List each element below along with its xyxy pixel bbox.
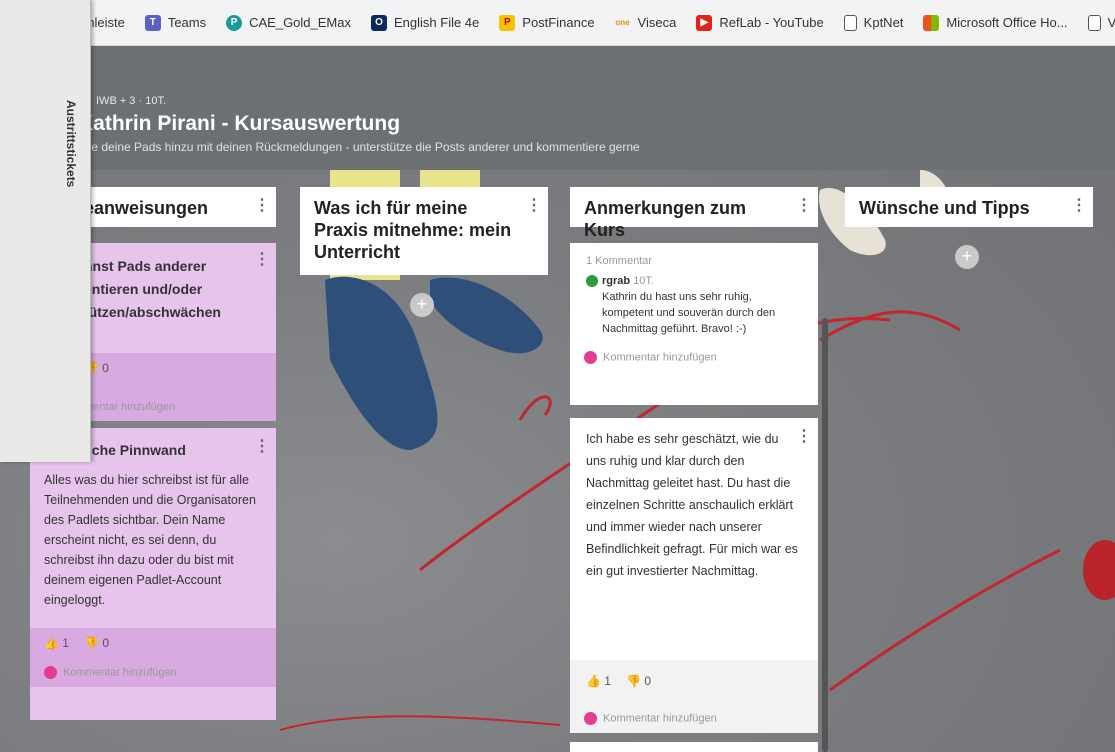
more-options-icon[interactable]: ⋮ [796, 195, 812, 217]
more-options-icon[interactable]: ⋮ [254, 195, 270, 217]
page-icon [843, 14, 857, 31]
post-card[interactable]: 1 Kommentar rgrab 10T. Kathrin du hast u… [570, 243, 818, 405]
column-title: eanweisungen [84, 198, 209, 218]
page-icon [1087, 14, 1101, 31]
bookmark-microsoft-office[interactable]: Microsoft Office Ho... [923, 14, 1068, 31]
bookmark-label: CAE_Gold_EMax [249, 15, 351, 30]
bookmark-label: Viseca [637, 15, 677, 30]
reaction-bar: 👍 1 👎 0 [570, 660, 818, 702]
add-comment-label: Kommentar hinzufügen [603, 351, 717, 364]
avatar [584, 712, 597, 725]
bookmark-label: English File 4e [394, 15, 480, 30]
comment-count: 1 Kommentar [586, 255, 653, 267]
column-header-anmerkungen: Anmerkungen zum Kurs ⋮ [570, 187, 818, 240]
postfinance-icon: P [499, 14, 516, 31]
comment-time: 10T. [633, 275, 654, 287]
bookmark-ve[interactable]: Ve [1087, 14, 1115, 31]
reaction-bar: 👍 1 👎 0 [30, 628, 276, 658]
add-post-button[interactable]: + [955, 245, 979, 269]
like-count: 1 [62, 636, 69, 650]
post-card[interactable]: liche Pinnwand ⋮ Alles was du hier schre… [30, 428, 276, 720]
add-comment-label: Kommentar hinzufügen [603, 712, 717, 725]
add-comment-button[interactable]: mentar hinzufügen [70, 399, 276, 421]
dislike-button[interactable]: 👎 0 [626, 674, 651, 688]
column-scrollbar[interactable] [822, 318, 828, 752]
pinterest-icon: P [226, 14, 243, 31]
more-options-icon[interactable]: ⋮ [1071, 195, 1087, 217]
bookmark-label: Microsoft Office Ho... [946, 15, 1068, 30]
oxford-icon: O [371, 14, 387, 31]
like-count: 1 [604, 674, 611, 688]
post-card[interactable] [570, 742, 818, 752]
dislike-count: 0 [644, 674, 651, 688]
reaction-bar: 👎 0 [70, 353, 276, 399]
viseca-icon: one [614, 14, 631, 31]
column-header-anweisungen: eanweisungen ⋮ [70, 187, 276, 227]
add-comment-label: mentar hinzufügen [84, 401, 176, 413]
bookmark-label: Teams [167, 15, 207, 30]
add-comment-button[interactable]: Kommentar hinzufügen [570, 337, 818, 372]
comment-author: rgrab [602, 275, 631, 287]
avatar [44, 666, 57, 679]
more-options-icon[interactable]: ⋮ [254, 249, 270, 269]
bookmark-english-file[interactable]: O English File 4e [371, 14, 480, 31]
more-options-icon[interactable]: ⋮ [796, 426, 812, 446]
like-button[interactable]: 👍 1 [44, 636, 69, 650]
page-subtitle: üge deine Pads hinzu mit deinen Rückmeld… [78, 140, 640, 154]
add-comment-label: Kommentar hinzufügen [63, 666, 177, 679]
comment: rgrab 10T. Kathrin du hast uns sehr ruhi… [570, 269, 818, 337]
bookmarks-bar: enleiste T Teams P CAE_Gold_EMax O English … [0, 0, 1115, 46]
microsoft-icon [923, 14, 940, 31]
post-card[interactable]: ⋮ Ich habe es sehr geschätzt, wie du uns… [570, 418, 818, 733]
bookmark-label: KptNet [863, 15, 904, 30]
add-post-button[interactable]: + [410, 293, 434, 317]
bookmark-teams[interactable]: T Teams [144, 14, 207, 31]
paper-label: Austrittstickets [64, 100, 78, 188]
column-header-praxis: Was ich für meine Praxis mitnehme: mein … [300, 187, 548, 275]
avatar [584, 351, 597, 364]
dislike-button[interactable]: 👎 0 [84, 636, 109, 650]
paper-overlay: Austrittstickets [0, 0, 91, 462]
post-text: Ich habe es sehr geschätzt, wie du uns r… [586, 432, 798, 578]
comment-text: Kathrin du hast uns sehr ruhig, kompeten… [602, 291, 776, 335]
post-text: Alles was du hier schreibst ist für alle… [44, 473, 256, 607]
bookmark-label: RefLab - YouTube [719, 15, 824, 30]
column-header-wuensche: Wünsche und Tipps ⋮ [845, 187, 1093, 227]
page-title: Kathrin Pirani - Kursauswertung [78, 112, 401, 135]
add-comment-button[interactable]: Kommentar hinzufügen [30, 658, 276, 687]
dislike-count: 0 [102, 361, 109, 375]
more-options-icon[interactable]: ⋮ [254, 436, 270, 456]
bookmark-label: PostFinance [522, 15, 595, 30]
more-options-icon[interactable]: ⋮ [526, 195, 542, 217]
padlet-meta: IWB + 3 · 10T. [78, 95, 166, 107]
column-title: Was ich für meine Praxis mitnehme: mein … [314, 198, 512, 262]
youtube-icon: ▶ [696, 14, 713, 31]
like-button[interactable]: 👍 1 [586, 674, 611, 688]
bookmark-postfinance[interactable]: P PostFinance [499, 14, 595, 31]
bookmark-label: Ve [1107, 15, 1115, 30]
dislike-count: 0 [102, 636, 109, 650]
add-comment-button[interactable]: Kommentar hinzufügen [570, 702, 818, 733]
column-title: Wünsche und Tipps [859, 198, 1030, 218]
bookmark-viseca[interactable]: one Viseca [614, 14, 677, 31]
post-card[interactable]: nnst Pads anderer entieren und/oder tütz… [70, 243, 276, 421]
teams-icon: T [144, 14, 161, 31]
bookmark-reflab[interactable]: ▶ RefLab - YouTube [696, 14, 824, 31]
post-text: nnst Pads anderer entieren und/oder tütz… [84, 258, 221, 320]
bookmark-cae[interactable]: P CAE_Gold_EMax [226, 14, 351, 31]
avatar [586, 275, 598, 288]
meta-text: IWB + 3 · 10T. [96, 95, 166, 107]
bookmark-kptnet[interactable]: KptNet [843, 14, 904, 31]
